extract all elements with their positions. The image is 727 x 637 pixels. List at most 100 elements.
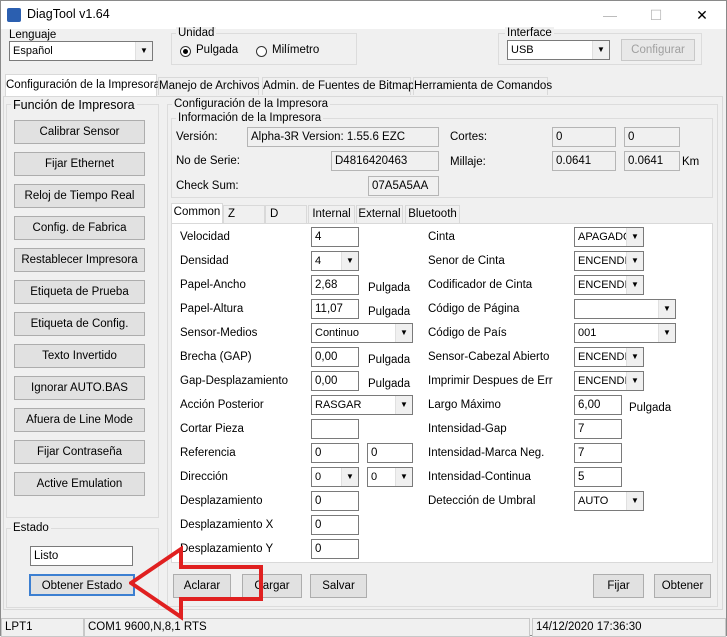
left-field-7-label: Gap-Desplazamiento [180,375,289,387]
checksum-label: Check Sum: [176,180,239,192]
tab-configuracion[interactable]: Configuración de la Impresora [5,74,160,97]
title-bar: DiagTool v1.64 — ☐ ✕ [1,1,726,29]
unidad-label: Unidad [176,27,217,39]
millaje-label: Millaje: [450,156,486,168]
lenguaje-select[interactable]: Español ▼ [9,41,153,61]
left-field-8-select[interactable]: RASGAR ▼ [311,395,413,415]
tab-fuentes[interactable]: Admin. de Fuentes de Bitmap [262,77,415,95]
subtab-common[interactable]: Common [171,203,223,224]
serie-field: D4816420463 [331,151,439,171]
left-field-2-select-value: 4 [315,255,322,267]
right-field-1-select[interactable]: APAGADO ▼ [574,227,644,247]
interface-select[interactable]: USB ▼ [507,40,610,60]
left-field-11-select-1[interactable]: 0 ▼ [311,467,359,487]
right-field-6-select[interactable]: ENCENDIDO ▼ [574,347,644,367]
right-field-8-input[interactable]: 6,00 [574,395,622,415]
left-field-4-input[interactable]: 11,07 [311,299,359,319]
cortes-field-2: 0 [624,127,680,147]
fijar-button[interactable]: Fijar [593,574,644,598]
right-field-12-select[interactable]: AUTO ▼ [574,491,644,511]
funcion-button-10[interactable]: Afuera de Line Mode [14,408,145,432]
left-field-14-input[interactable]: 0 [311,539,359,559]
chevron-down-icon: ▼ [626,492,643,510]
left-field-10-input-1[interactable]: 0 [311,443,359,463]
right-field-7-label: Imprimir Despues de Err [428,375,553,387]
left-field-2-select[interactable]: 4 ▼ [311,251,359,271]
minimize-button[interactable]: — [587,1,633,29]
left-field-7-input[interactable]: 0,00 [311,371,359,391]
tab-comandos[interactable]: Herramienta de Comandos [413,77,552,95]
funcion-button-3[interactable]: Reloj de Tiempo Real [14,184,145,208]
salvar-button[interactable]: Salvar [310,574,367,598]
left-field-5-select[interactable]: Continuo ▼ [311,323,413,343]
funcion-button-11[interactable]: Fijar Contraseña [14,440,145,464]
funcion-button-9[interactable]: Ignorar AUTO.BAS [14,376,145,400]
right-field-7-select[interactable]: ENCENDIDO ▼ [574,371,644,391]
version-label: Versión: [176,131,218,143]
chevron-down-icon: ▼ [395,324,412,342]
left-field-6-label: Brecha (GAP) [180,351,252,363]
left-field-5-select-value: Continuo [315,327,360,339]
left-field-9-input[interactable] [311,419,359,439]
estado-field: Listo [30,546,133,566]
funcion-button-12[interactable]: Active Emulation [14,472,145,496]
subtab-d[interactable]: D [265,205,307,223]
milimetro-radio[interactable] [256,46,267,57]
left-field-3-input[interactable]: 2,68 [311,275,359,295]
left-field-10-label: Referencia [180,447,236,459]
lenguaje-label: Lenguaje [7,29,59,41]
funcion-button-7[interactable]: Etiqueta de Config. [14,312,145,336]
left-field-10-input-2[interactable]: 0 [367,443,413,463]
close-button[interactable]: ✕ [679,1,725,29]
right-field-9-input[interactable]: 7 [574,419,622,439]
left-field-12-input[interactable]: 0 [311,491,359,511]
left-field-5-label: Sensor-Medios [180,327,258,339]
common-panel [171,223,713,563]
left-field-2-label: Densidad [180,255,229,267]
subtab-z[interactable]: Z [223,205,265,223]
left-field-3-label: Papel-Ancho [180,279,246,291]
left-field-11-label: Dirección [180,471,228,483]
right-field-5-select[interactable]: 001 ▼ [574,323,676,343]
interface-value: USB [511,44,534,56]
funcion-button-5[interactable]: Restablecer Impresora [14,248,145,272]
funcion-button-8[interactable]: Texto Invertido [14,344,145,368]
subtab-external[interactable]: External [356,205,403,223]
status-datetime: 14/12/2020 17:36:30 [532,618,726,637]
info-label: Información de la Impresora [176,112,324,124]
funcion-button-1[interactable]: Calibrar Sensor [14,120,145,144]
subtab-internal[interactable]: Internal [308,205,355,223]
funcion-button-6[interactable]: Etiqueta de Prueba [14,280,145,304]
obtener-estado-button[interactable]: Obtener Estado [29,574,135,596]
tab-archivos[interactable]: Manejo de Archivos [158,77,259,95]
subtab-bluetooth[interactable]: Bluetooth [405,205,460,223]
left-field-4-label: Papel-Altura [180,303,244,315]
chevron-down-icon: ▼ [395,396,412,414]
chevron-down-icon: ▼ [135,42,152,60]
right-field-11-input[interactable]: 5 [574,467,622,487]
left-field-13-input[interactable]: 0 [311,515,359,535]
millaje-unit: Km [682,156,700,168]
funcion-button-2[interactable]: Fijar Ethernet [14,152,145,176]
pulgada-radio[interactable] [180,46,191,57]
right-field-3-select[interactable]: ENCENDIDO ▼ [574,275,644,295]
cortes-field-1: 0 [552,127,616,147]
funcion-button-4[interactable]: Config. de Fabrica [14,216,145,240]
right-field-2-select[interactable]: ENCENDIDO ▼ [574,251,644,271]
lenguaje-group: Lenguaje Español ▼ [5,29,158,63]
right-field-4-select[interactable]: ▼ [574,299,676,319]
configurar-button[interactable]: Configurar [621,39,695,61]
milimetro-label: Milímetro [272,44,320,56]
right-field-4-label: Código de Página [428,303,520,315]
chevron-down-icon: ▼ [626,348,643,366]
left-field-4-unit: Pulgada [368,306,411,318]
right-field-9-label: Intensidad-Gap [428,423,507,435]
chevron-down-icon: ▼ [626,276,643,294]
left-field-6-input[interactable]: 0,00 [311,347,359,367]
right-field-10-input[interactable]: 7 [574,443,622,463]
obtener-button[interactable]: Obtener [654,574,711,598]
maximize-button[interactable]: ☐ [633,1,679,29]
left-field-1-input[interactable]: 4 [311,227,359,247]
right-field-1-select-value: APAGADO [578,231,632,243]
left-field-11-select-2[interactable]: 0 ▼ [367,467,413,487]
